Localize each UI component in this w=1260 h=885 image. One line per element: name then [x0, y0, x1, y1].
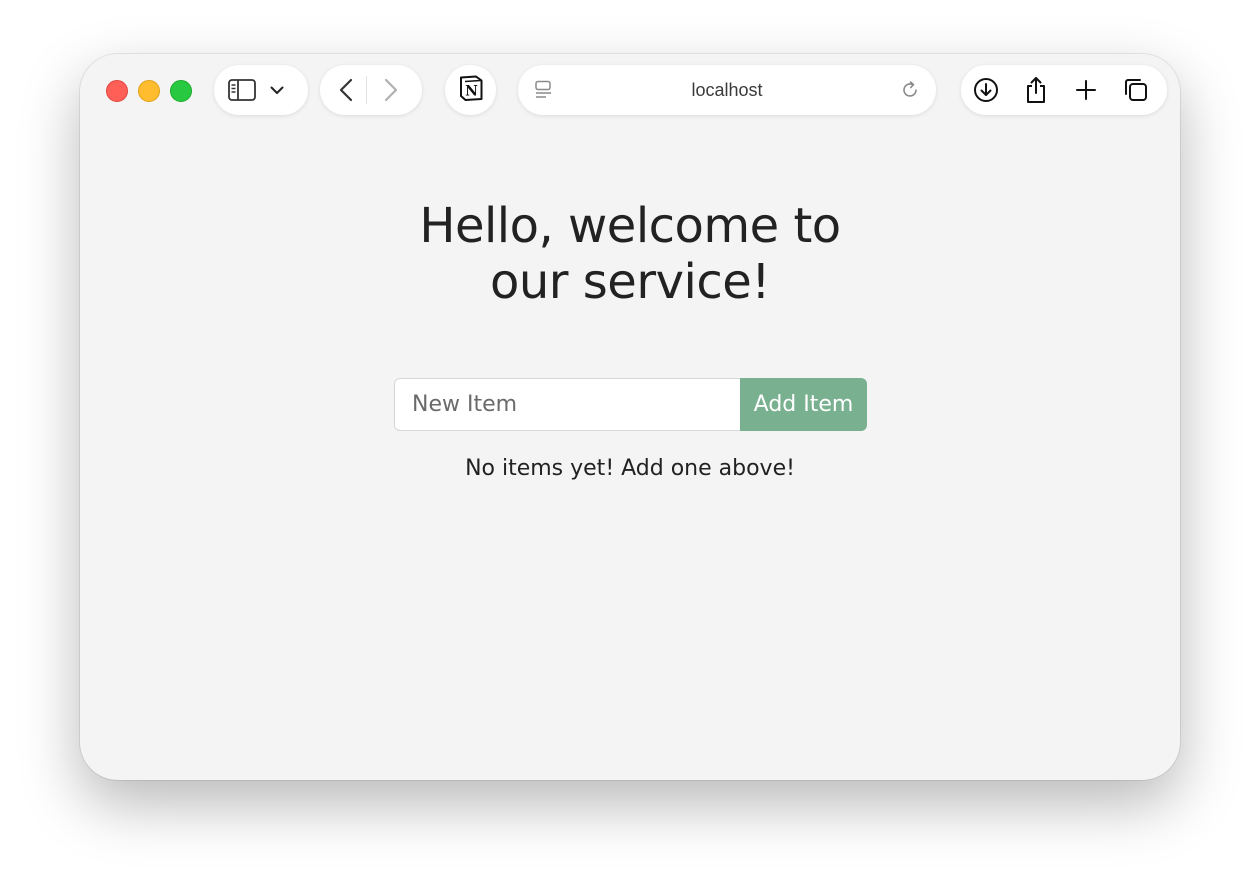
browser-window: N localhost Hello, welcome to our servic… — [80, 54, 1180, 780]
back-icon[interactable] — [326, 70, 366, 110]
toolbar-actions-group — [961, 65, 1167, 115]
sidebar-icon[interactable] — [222, 70, 262, 110]
navigation-group — [320, 65, 422, 115]
chevron-down-icon[interactable] — [262, 70, 292, 110]
minimize-window-button[interactable] — [138, 80, 160, 102]
nav-divider — [366, 76, 367, 104]
forward-icon[interactable] — [371, 70, 411, 110]
new-item-input[interactable] — [394, 378, 740, 431]
empty-state-message: No items yet! Add one above! — [465, 456, 795, 481]
page-content: Hello, welcome to our service! Add Item … — [80, 134, 1180, 780]
share-icon[interactable] — [1016, 70, 1056, 110]
page-title: Hello, welcome to our service! — [419, 198, 841, 310]
add-item-button[interactable]: Add Item — [740, 378, 867, 431]
address-text: localhost — [691, 79, 763, 100]
tab-overview-icon[interactable] — [1116, 70, 1156, 110]
maximize-window-button[interactable] — [170, 80, 192, 102]
close-window-button[interactable] — [106, 80, 128, 102]
svg-text:N: N — [465, 83, 478, 99]
notion-extension-button[interactable]: N — [445, 65, 496, 115]
reload-icon[interactable] — [890, 70, 930, 110]
address-bar[interactable]: localhost — [518, 65, 936, 115]
plus-icon[interactable] — [1066, 70, 1106, 110]
sidebar-toggle-group — [214, 65, 308, 115]
download-icon[interactable] — [966, 70, 1006, 110]
browser-toolbar: N localhost — [80, 54, 1180, 134]
add-item-form: Add Item — [394, 378, 867, 431]
notion-icon: N — [457, 74, 485, 107]
